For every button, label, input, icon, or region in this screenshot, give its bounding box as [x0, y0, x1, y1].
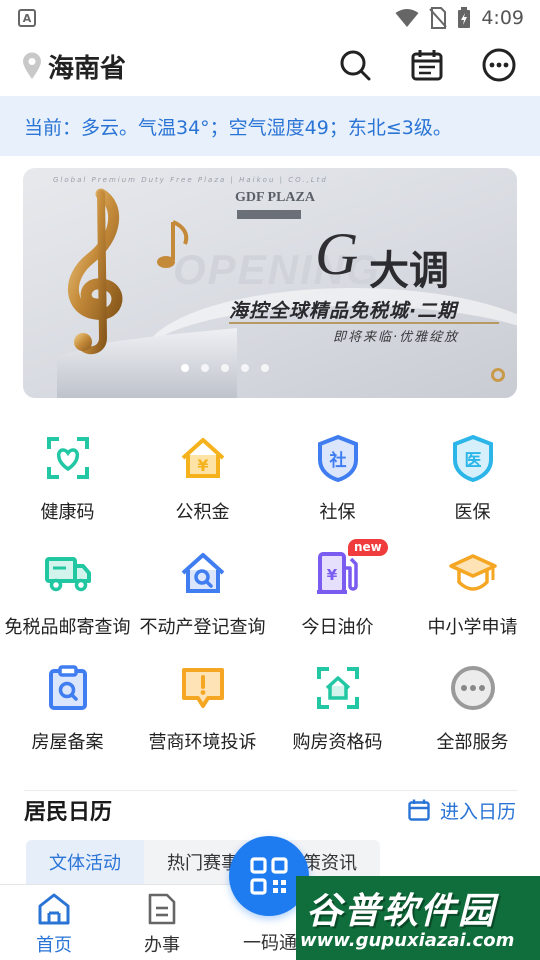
banner-dot[interactable] — [181, 364, 189, 372]
weather-bar: 当前：多云。气温34°；空气湿度49；东北≤3级。 — [0, 96, 540, 156]
health-code-icon — [42, 432, 94, 484]
banner-logo-subtitle — [237, 210, 301, 219]
search-button[interactable] — [338, 48, 372, 82]
service-label: 健康码 — [40, 502, 95, 523]
treble-clef-icon — [68, 188, 123, 355]
calendar-title: 居民日历 — [24, 800, 113, 825]
location-label: 海南省 — [48, 53, 127, 84]
banner-dot[interactable] — [201, 364, 209, 372]
notification-a-icon: A — [18, 9, 36, 27]
service-all[interactable]: 全部服务 — [405, 650, 540, 765]
banner-dot[interactable] — [241, 364, 249, 372]
service-duty-free-mail[interactable]: 免税品邮寄查询 — [0, 535, 135, 650]
service-health-code[interactable]: 健康码 — [0, 420, 135, 535]
clipboard-search-icon — [42, 662, 94, 714]
status-time: 4:09 — [481, 7, 524, 29]
service-school-application[interactable]: 中小学申请 — [405, 535, 540, 650]
music-note-icon — [157, 220, 189, 268]
wifi-icon — [395, 9, 419, 27]
banner-g-letter: G — [315, 221, 359, 287]
service-label: 中小学申请 — [427, 617, 518, 638]
house-search-icon — [177, 547, 229, 599]
location-selector[interactable]: 海南省 — [22, 48, 126, 85]
service-grid: 健康码 ¥ 公积金 社 社保 医 医保 免税品邮寄查询 不动产登记查询 ¥ ne… — [0, 420, 540, 765]
service-purchase-qualification[interactable]: 购房资格码 — [270, 650, 405, 765]
banner-title: 大调 — [369, 248, 449, 294]
document-icon — [148, 893, 176, 925]
service-real-estate[interactable]: 不动产登记查询 — [135, 535, 270, 650]
complaint-icon — [177, 662, 229, 714]
tab-culture-sports[interactable]: 文体活动 — [26, 840, 144, 884]
home-icon — [38, 893, 70, 925]
social-security-icon: 社 — [312, 432, 364, 484]
enter-calendar-link[interactable]: 进入日历 — [408, 797, 516, 824]
weather-text: 当前：多云。气温34°；空气湿度49；东北≤3级。 — [24, 116, 452, 139]
housing-fund-icon: ¥ — [177, 432, 229, 484]
enter-calendar-label: 进入日历 — [439, 800, 516, 823]
app-header: 海南省 — [0, 36, 540, 96]
service-fuel-price[interactable]: ¥ new 今日油价 — [270, 535, 405, 650]
service-housing-fund[interactable]: ¥ 公积金 — [135, 420, 270, 535]
house-scan-icon — [312, 662, 364, 714]
svg-text:医: 医 — [464, 451, 481, 471]
service-housing-record[interactable]: 房屋备案 — [0, 650, 135, 765]
service-label: 今日油价 — [301, 617, 374, 638]
svg-text:社: 社 — [328, 450, 346, 471]
more-dots-icon — [482, 48, 516, 82]
nav-services[interactable]: 办事 — [108, 885, 216, 960]
service-label: 社保 — [319, 502, 356, 523]
delivery-truck-icon — [42, 547, 94, 599]
banner-dot[interactable] — [261, 364, 269, 372]
service-label: 医保 — [454, 502, 491, 523]
service-social-security[interactable]: 社 社保 — [270, 420, 405, 535]
medical-insurance-icon: 医 — [447, 432, 499, 484]
promo-banner[interactable]: Global Premium Duty Free Plaza | Haikou … — [23, 168, 517, 398]
service-business-complaint[interactable]: 营商环境投诉 — [135, 650, 270, 765]
new-badge: new — [348, 539, 388, 556]
banner-dot[interactable] — [221, 364, 229, 372]
service-medical-insurance[interactable]: 医 医保 — [405, 420, 540, 535]
qr-code-icon — [250, 857, 288, 895]
svg-text:¥: ¥ — [197, 456, 208, 475]
nav-label: 一码通 — [243, 933, 297, 954]
service-label: 不动产登记查询 — [139, 617, 266, 638]
calendar-small-icon — [408, 799, 430, 821]
nav-label: 首页 — [36, 935, 72, 956]
calendar-button[interactable] — [410, 48, 444, 82]
service-label: 全部服务 — [436, 732, 509, 753]
section-divider — [24, 790, 518, 791]
service-label: 营商环境投诉 — [148, 732, 257, 753]
service-label: 购房资格码 — [292, 732, 383, 753]
nav-home[interactable]: 首页 — [0, 885, 108, 960]
banner-underline — [229, 322, 499, 324]
battery-charging-icon — [458, 7, 471, 28]
service-label: 房屋备案 — [31, 732, 104, 753]
location-pin-icon — [23, 52, 41, 79]
banner-top-line: Global Premium Duty Free Plaza | Haikou … — [53, 176, 328, 184]
more-button[interactable] — [482, 48, 516, 82]
service-label: 免税品邮寄查询 — [4, 617, 131, 638]
watermark-url: www.gupuxiazai.com — [300, 930, 515, 951]
search-icon — [340, 50, 371, 81]
graduation-cap-icon — [447, 547, 499, 599]
banner-pagination — [23, 364, 517, 372]
service-label: 公积金 — [175, 502, 230, 523]
calendar-icon — [411, 50, 443, 81]
banner-subheadline: 即将来临·优雅绽放 — [333, 330, 460, 345]
no-sim-icon — [429, 7, 448, 29]
watermark-title: 谷普软件园 — [306, 891, 497, 932]
status-bar: A 4:09 — [0, 0, 540, 36]
nav-label: 办事 — [144, 935, 180, 956]
banner-headline: 海控全球精品免税城·二期 — [229, 300, 458, 322]
calendar-header: 居民日历 进入日历 — [24, 792, 516, 828]
banner-logo: GDF PLAZA — [235, 190, 315, 205]
svg-text:¥: ¥ — [326, 566, 337, 584]
more-services-icon — [447, 662, 499, 714]
